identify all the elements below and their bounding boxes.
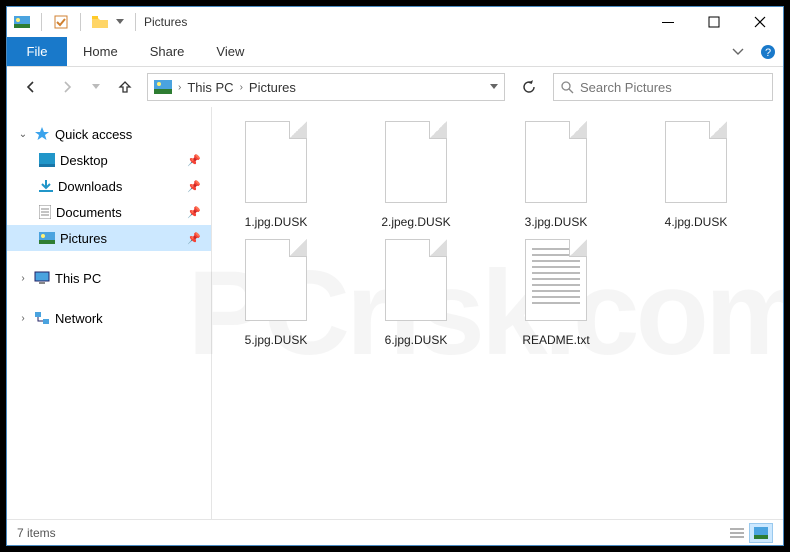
this-pc-label: This PC [55,271,101,286]
pin-icon: 📌 [187,154,201,167]
details-view-button[interactable] [725,523,749,543]
location-pictures-icon [154,80,172,94]
ribbon-tab-share[interactable]: Share [134,37,201,66]
text-file-icon [521,239,591,327]
chevron-right-icon[interactable]: › [240,82,243,93]
file-item[interactable]: 2.jpeg.DUSK [366,121,466,229]
downloads-icon [39,179,53,193]
generic-file-icon [241,239,311,327]
file-item[interactable]: 5.jpg.DUSK [226,239,326,347]
qat-properties-icon[interactable] [50,11,72,33]
sidebar-item-pictures[interactable]: Pictures 📌 [7,225,211,251]
pin-icon: 📌 [187,180,201,193]
item-count: 7 items [17,526,56,540]
pin-icon: 📌 [187,206,201,219]
sidebar-item-label: Downloads [58,179,122,194]
desktop-icon [39,153,55,167]
search-box[interactable] [553,73,773,101]
file-item[interactable]: 1.jpg.DUSK [226,121,326,229]
minimize-button[interactable] [645,7,691,37]
app-icon [11,11,33,33]
chevron-right-icon[interactable]: › [178,82,181,93]
icons-view-button[interactable] [749,523,773,543]
chevron-right-icon[interactable]: › [17,273,29,284]
file-item[interactable]: README.txt [506,239,606,347]
help-icon[interactable]: ? [753,37,783,66]
explorer-window: Pictures File Home Share View ? › This P… [6,6,784,546]
forward-button[interactable] [53,73,81,101]
sidebar-item-label: Pictures [60,231,107,246]
pc-icon [34,271,50,285]
sidebar-item-label: Desktop [60,153,108,168]
file-label: 2.jpeg.DUSK [381,215,450,229]
sidebar-quick-access[interactable]: ⌄ Quick access [7,121,211,147]
chevron-right-icon[interactable]: › [17,313,29,324]
documents-icon [39,205,51,219]
qat-dropdown-icon[interactable] [113,11,127,33]
search-icon [560,80,574,94]
file-item[interactable]: 4.jpg.DUSK [646,121,746,229]
sidebar-this-pc[interactable]: › This PC [7,265,211,291]
ribbon-tab-view[interactable]: View [200,37,260,66]
pin-icon: 📌 [187,232,201,245]
chevron-down-icon[interactable]: ⌄ [17,129,29,140]
file-menu[interactable]: File [7,37,67,66]
sidebar: ⌄ Quick access Desktop 📌 Downloads 📌 Doc… [7,107,212,519]
qat-folder-icon[interactable] [89,11,111,33]
sidebar-item-documents[interactable]: Documents 📌 [7,199,211,225]
generic-file-icon [381,121,451,209]
up-button[interactable] [111,73,139,101]
file-label: 5.jpg.DUSK [245,333,308,347]
network-icon [34,311,50,325]
titlebar: Pictures [7,7,783,37]
status-bar: 7 items [7,519,783,545]
ribbon: File Home Share View ? [7,37,783,67]
generic-file-icon [521,121,591,209]
ribbon-tab-home[interactable]: Home [67,37,134,66]
navbar: › This PC › Pictures [7,67,783,107]
sidebar-item-label: Documents [56,205,122,220]
generic-file-icon [381,239,451,327]
file-label: 4.jpg.DUSK [665,215,728,229]
sidebar-network[interactable]: › Network [7,305,211,331]
network-label: Network [55,311,103,326]
file-label: 3.jpg.DUSK [525,215,588,229]
file-item[interactable]: 3.jpg.DUSK [506,121,606,229]
file-label: 6.jpg.DUSK [385,333,448,347]
sidebar-item-desktop[interactable]: Desktop 📌 [7,147,211,173]
sidebar-item-downloads[interactable]: Downloads 📌 [7,173,211,199]
recent-dropdown-icon[interactable] [89,73,103,101]
generic-file-icon [661,121,731,209]
file-label: 1.jpg.DUSK [245,215,308,229]
back-button[interactable] [17,73,45,101]
breadcrumb-pictures[interactable]: Pictures [249,80,296,95]
window-title: Pictures [144,15,187,29]
quick-access-label: Quick access [55,127,132,142]
file-item[interactable]: 6.jpg.DUSK [366,239,466,347]
generic-file-icon [241,121,311,209]
refresh-button[interactable] [513,73,545,101]
close-button[interactable] [737,7,783,37]
svg-text:?: ? [765,47,771,59]
search-input[interactable] [580,80,766,95]
pictures-icon [39,232,55,244]
star-icon [34,126,50,142]
breadcrumb-thispc[interactable]: This PC [187,80,233,95]
file-label: README.txt [522,333,589,347]
maximize-button[interactable] [691,7,737,37]
ribbon-expand-icon[interactable] [723,37,753,66]
address-dropdown-icon[interactable] [490,84,498,90]
address-bar[interactable]: › This PC › Pictures [147,73,505,101]
file-list[interactable]: PCrisk.com 1.jpg.DUSK2.jpeg.DUSK3.jpg.DU… [212,107,783,519]
